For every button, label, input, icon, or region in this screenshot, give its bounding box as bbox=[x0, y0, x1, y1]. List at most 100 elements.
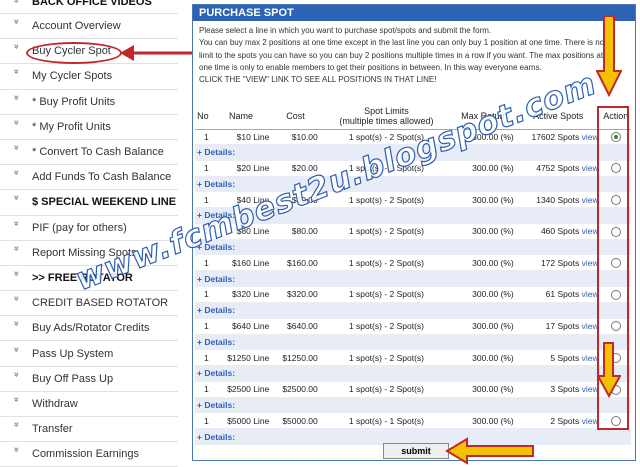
arrow-down-icon bbox=[596, 15, 622, 97]
sidebar-item[interactable]: » $ SPECIAL WEEKEND LINE $ bbox=[0, 190, 178, 216]
cell-return: 300.00 (%) bbox=[472, 163, 514, 174]
cell-name: $1250 Line bbox=[227, 352, 270, 363]
active-count: 61 Spots bbox=[545, 289, 580, 300]
active-count: 5 Spots bbox=[550, 352, 580, 363]
chevron-down-icon: » bbox=[12, 296, 22, 302]
cell-no: 1 bbox=[203, 384, 209, 395]
sidebar-item-label: * My Profit Units bbox=[32, 120, 111, 133]
chevron-down-icon: » bbox=[12, 44, 22, 50]
details-link[interactable]: + Details: bbox=[195, 270, 631, 287]
cell-active: 17602 Spots view bbox=[516, 129, 601, 144]
col-cost: Cost bbox=[271, 103, 320, 130]
active-count: 17602 Spots bbox=[531, 131, 580, 142]
purchase-panel: PURCHASE SPOT Please select a line in wh… bbox=[192, 4, 636, 465]
sidebar-item[interactable]: » Pass Up System bbox=[0, 341, 178, 367]
cell-limits: 1 spot(s) - 2 Spot(s) bbox=[348, 384, 424, 395]
submit-button[interactable]: submit bbox=[383, 443, 449, 459]
details-row: + Details: bbox=[195, 365, 631, 382]
cell-return: 300.00 (%) bbox=[472, 257, 514, 268]
details-link[interactable]: + Details: bbox=[195, 175, 631, 193]
instruction-line: limit to the spots you can have so you c… bbox=[199, 50, 604, 60]
cell-no: 1 bbox=[203, 289, 209, 300]
sidebar-item[interactable]: » CREDIT BASED ROTATOR bbox=[0, 291, 178, 317]
table-row: 1 $20 Line $20.00 1 spot(s) - 2 Spot(s) 300.… bbox=[195, 160, 631, 176]
cell-cost: $20.00 bbox=[291, 163, 318, 174]
chevron-down-icon: » bbox=[12, 396, 22, 402]
sidebar-item[interactable]: » My Cycler Spots bbox=[0, 64, 178, 90]
cell-active: 460 Spots view bbox=[516, 224, 601, 239]
spots-table: No Name Cost Spot Limits (multiple times… bbox=[195, 103, 631, 445]
active-count: 17 Spots bbox=[545, 321, 580, 332]
cell-active: 5 Spots view bbox=[516, 350, 601, 365]
active-count: 460 Spots bbox=[540, 226, 580, 237]
sidebar-item-label: * Convert To Cash Balance bbox=[32, 146, 164, 159]
table-row: 1 $40 Line $40.00 1 spot(s) - 2 Spot(s) 300.… bbox=[195, 192, 631, 208]
sidebar-item-label: Buy Ads/Rotator Credits bbox=[32, 322, 150, 335]
chevron-down-icon: » bbox=[12, 94, 22, 100]
cell-cost: $80.00 bbox=[291, 226, 318, 237]
cell-return: 300.00 (%) bbox=[472, 226, 514, 237]
sidebar-item[interactable]: » Withdraw bbox=[0, 392, 178, 417]
cell-cost: $320.00 bbox=[287, 289, 318, 300]
arrow-left-icon bbox=[445, 437, 534, 465]
details-link[interactable]: + Details: bbox=[195, 144, 631, 161]
sidebar-item[interactable]: » * My Profit Units bbox=[0, 115, 178, 140]
cell-limits: 1 spot(s) - 2 Spot(s) bbox=[348, 163, 424, 174]
chevron-down-icon: » bbox=[12, 145, 22, 151]
arrow-down-icon bbox=[597, 342, 621, 398]
sidebar: » BACK OFFICE VIDEOS » Account Overview » Buy… bbox=[0, 0, 178, 467]
cell-no: 1 bbox=[203, 257, 209, 268]
cell-return: 300.00 (%) bbox=[472, 289, 514, 300]
sidebar-item[interactable]: » Transfer bbox=[0, 417, 178, 443]
cell-no: 1 bbox=[203, 321, 209, 332]
sidebar-item[interactable]: » >> FREE ROTATOR bbox=[0, 266, 178, 292]
cell-limits: 1 spot(s) - 2 Spot(s) bbox=[348, 226, 424, 237]
cell-no: 1 bbox=[203, 131, 209, 142]
cell-cost: $1250.00 bbox=[282, 352, 318, 363]
cell-no: 1 bbox=[203, 226, 209, 237]
cell-name: $5000 Line bbox=[227, 415, 270, 426]
details-link[interactable]: + Details: bbox=[195, 238, 631, 256]
col-limits-sub: (multiple times allowed) bbox=[339, 115, 434, 126]
active-count: 1340 Spots bbox=[536, 194, 580, 205]
cell-active: 1340 Spots view bbox=[516, 192, 601, 207]
cell-return: 300.00 (%) bbox=[472, 194, 514, 205]
sidebar-item[interactable]: » BACK OFFICE VIDEOS bbox=[0, 0, 178, 14]
cell-limits: 1 spot(s) - 2 Spot(s) bbox=[348, 257, 424, 268]
table-row: 1 $1250 Line $1250.00 1 spot(s) - 2 Spot(s)… bbox=[195, 350, 631, 366]
sidebar-item[interactable]: » Account Overview bbox=[0, 14, 178, 40]
details-link[interactable]: + Details: bbox=[195, 207, 631, 224]
chevron-down-icon: » bbox=[12, 69, 22, 75]
sidebar-item[interactable]: » Buy Ads/Rotator Credits bbox=[0, 316, 178, 342]
details-link[interactable]: + Details: bbox=[195, 333, 631, 351]
cell-active: 4752 Spots view bbox=[516, 161, 601, 176]
sidebar-item[interactable]: » Commission Earnings bbox=[0, 442, 178, 467]
details-row: + Details: bbox=[195, 207, 631, 224]
details-link[interactable]: + Details: bbox=[195, 365, 631, 382]
col-active: Active Spots bbox=[515, 103, 601, 130]
sidebar-item-label: CREDIT BASED ROTATOR bbox=[32, 297, 169, 310]
details-row: + Details: bbox=[195, 238, 631, 256]
sidebar-item[interactable]: » Add Funds To Cash Balance bbox=[0, 165, 178, 191]
table-row: 1 $2500 Line $2500.00 1 spot(s) - 2 Spot(s)… bbox=[195, 381, 631, 397]
sidebar-item[interactable]: » Buy Off Pass Up bbox=[0, 367, 178, 392]
details-row: + Details: bbox=[195, 144, 631, 161]
sidebar-item[interactable]: » PIF (pay for others) bbox=[0, 216, 178, 241]
table-row: 1 $640 Line $640.00 1 spot(s) - 2 Spot(s) 30… bbox=[195, 318, 631, 334]
cell-name: $10 Line bbox=[236, 131, 270, 142]
sidebar-item[interactable]: » Report Missing Spots bbox=[0, 241, 178, 266]
arrow-left-icon bbox=[120, 45, 196, 61]
col-no: No bbox=[195, 103, 211, 130]
chevron-down-icon: » bbox=[12, 119, 22, 125]
details-row: + Details: bbox=[195, 396, 631, 414]
details-link[interactable]: + Details: bbox=[195, 301, 631, 319]
cell-limits: 1 spot(s) - 1 Spot(s) bbox=[348, 415, 424, 426]
cell-name: $80 Line bbox=[236, 226, 270, 237]
sidebar-item-label: Report Missing Spots bbox=[32, 246, 137, 259]
table-row: 1 $10 Line $10.00 1 spot(s) - 2 Spot(s) 300.… bbox=[195, 129, 631, 144]
sidebar-item[interactable]: » * Buy Profit Units bbox=[0, 90, 178, 115]
cell-no: 1 bbox=[203, 163, 209, 174]
details-link[interactable]: + Details: bbox=[195, 396, 631, 414]
sidebar-item[interactable]: » * Convert To Cash Balance bbox=[0, 140, 178, 166]
chevron-down-icon: » bbox=[12, 19, 22, 25]
